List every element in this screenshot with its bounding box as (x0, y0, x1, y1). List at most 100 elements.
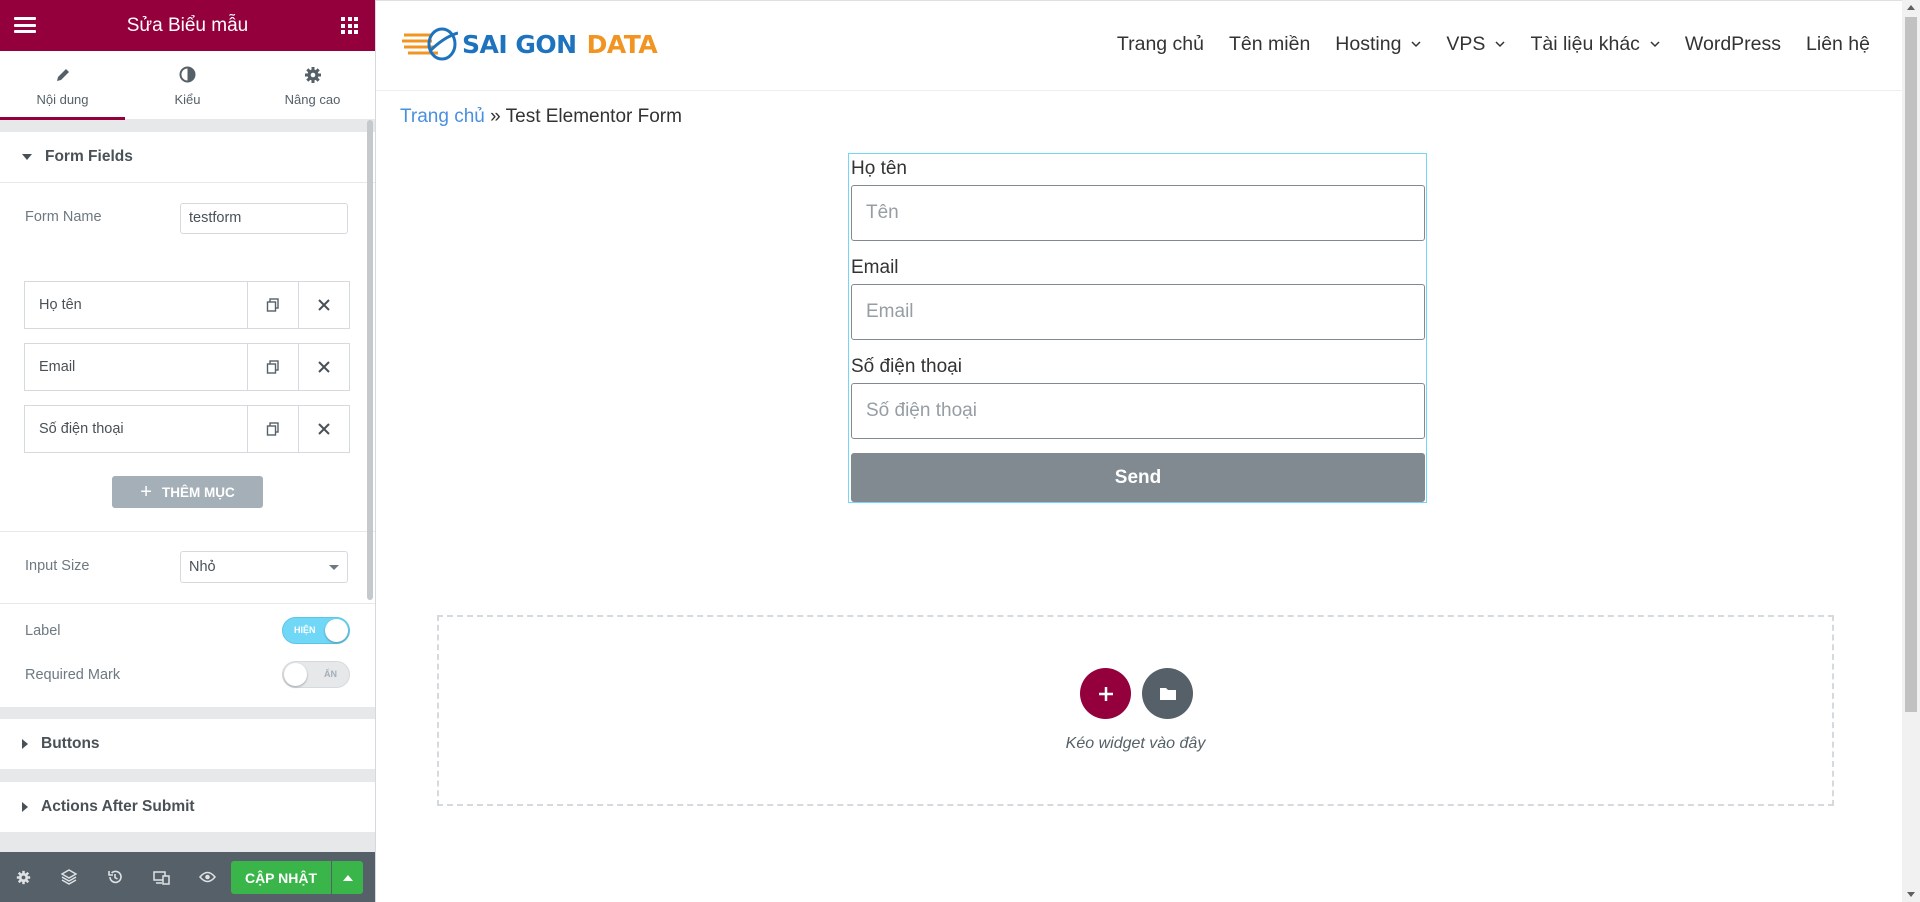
chevron-down-icon (1411, 41, 1421, 48)
scroll-thumb[interactable] (1905, 17, 1917, 712)
section-form-fields[interactable]: Form Fields (0, 132, 375, 183)
site-header: SAI GON DATA Trang chủ Tên miền Hosting … (376, 0, 1920, 91)
pencil-icon (55, 64, 71, 86)
preview-canvas: SAI GON DATA Trang chủ Tên miền Hosting … (376, 0, 1920, 902)
nav-label: Hosting (1335, 33, 1402, 55)
email-input[interactable]: Email (851, 284, 1425, 340)
label-toggle-text: HIỆN (294, 625, 316, 635)
nav-item-domain[interactable]: Tên miền (1229, 33, 1310, 56)
caret-up-icon (342, 874, 353, 881)
panel-title: Sửa Biểu mẫu (126, 15, 249, 36)
chevron-down-icon (1495, 41, 1505, 48)
layers-icon[interactable] (46, 852, 92, 902)
add-item-button[interactable]: + THÊM MỤC (112, 476, 263, 508)
widget-drop-zone[interactable]: Kéo widget vào đây (437, 615, 1834, 806)
preview-eye-icon[interactable] (184, 852, 230, 902)
section-buttons[interactable]: Buttons (0, 719, 375, 770)
plus-icon (1098, 686, 1113, 701)
repeater-item-label: Họ tên (39, 297, 82, 313)
tab-content-label: Nội dung (36, 91, 89, 107)
contact-form[interactable]: Họ tên Tên Email Email Số điện thoại Số … (848, 153, 1427, 503)
add-section-button[interactable] (1080, 668, 1131, 719)
input-size-label: Input Size (25, 558, 90, 574)
send-button[interactable]: Send (851, 453, 1425, 502)
nav-item-wordpress[interactable]: WordPress (1685, 33, 1781, 56)
remove-icon[interactable] (298, 282, 349, 328)
repeater-item[interactable]: Email (24, 343, 350, 391)
nav-item-contact[interactable]: Liên hệ (1806, 33, 1870, 56)
folder-icon (1159, 688, 1176, 700)
required-mark-toggle-text: ẨN (324, 669, 337, 679)
page-scrollbar[interactable] (1902, 0, 1920, 902)
nav-label: WordPress (1684, 33, 1782, 55)
nav-item-vps[interactable]: VPS (1446, 33, 1505, 56)
form-fields-body: Form Name testform Họ tên Email Số điện … (0, 183, 375, 707)
input-size-select[interactable]: Nhỏ (180, 551, 348, 583)
drop-zone-hint: Kéo widget vào đây (1065, 735, 1206, 752)
tab-content[interactable]: Nội dung (0, 51, 125, 120)
repeater-item-label: Email (39, 359, 76, 375)
chevron-down-icon (1650, 41, 1660, 48)
logo-mark-icon (402, 27, 458, 61)
nav-label: Tên miền (1229, 33, 1311, 55)
label-switch-label: Label (25, 623, 61, 639)
tab-advanced-label: Nâng cao (284, 91, 341, 107)
widgets-grid-icon[interactable] (341, 17, 358, 34)
breadcrumb-current: Test Elementor Form (505, 106, 682, 127)
site-logo[interactable]: SAI GON DATA (402, 25, 658, 63)
form-name-input[interactable]: testform (180, 203, 348, 234)
breadcrumb: Trang chủ » Test Elementor Form (400, 106, 682, 128)
caret-down-icon (22, 154, 32, 160)
phone-input[interactable]: Số điện thoại (851, 383, 1425, 439)
nav-item-hosting[interactable]: Hosting (1335, 33, 1421, 56)
main-navigation: Trang chủ Tên miền Hosting VPS Tài liệu … (1117, 33, 1870, 56)
update-button[interactable]: CẬP NHẬT (231, 861, 331, 894)
panel-header: Sửa Biểu mẫu (0, 0, 375, 51)
repeater-item[interactable]: Họ tên (24, 281, 350, 329)
nav-label: Liên hệ (1806, 33, 1870, 55)
field-email-label: Email (851, 257, 899, 278)
section-actions-title: Actions After Submit (41, 798, 195, 815)
breadcrumb-home-link[interactable]: Trang chủ (400, 106, 485, 127)
repeater-item[interactable]: Số điện thoại (24, 405, 350, 453)
section-actions-after-submit[interactable]: Actions After Submit (0, 782, 375, 833)
history-icon[interactable] (92, 852, 138, 902)
nav-item-home[interactable]: Trang chủ (1117, 33, 1204, 56)
remove-icon[interactable] (298, 406, 349, 452)
editor-panel: Sửa Biểu mẫu Nội dung Kiểu Nâng cao Form (0, 0, 376, 902)
panel-scrollbar[interactable] (367, 120, 373, 600)
settings-gear-icon[interactable] (0, 852, 46, 902)
section-form-fields-title: Form Fields (45, 148, 133, 165)
required-mark-label: Required Mark (25, 667, 121, 683)
half-circle-icon (179, 64, 196, 86)
tab-style-label: Kiểu (174, 91, 201, 107)
nav-item-docs[interactable]: Tài liệu khác (1530, 33, 1660, 56)
add-template-button[interactable] (1142, 668, 1193, 719)
field-phone-label: Số điện thoại (851, 356, 962, 377)
breadcrumb-separator: » (484, 106, 506, 127)
caret-right-icon (22, 802, 28, 812)
update-options-button[interactable] (332, 861, 363, 894)
label-toggle[interactable]: HIỆN (282, 617, 350, 644)
required-mark-toggle[interactable]: ẨN (282, 661, 350, 688)
panel-controls: Form Fields Form Name testform Họ tên Em… (0, 120, 375, 852)
tab-style[interactable]: Kiểu (125, 51, 250, 119)
duplicate-icon[interactable] (247, 282, 298, 328)
panel-footer: CẬP NHẬT (0, 852, 375, 902)
scroll-down-icon[interactable] (1907, 892, 1915, 897)
field-name-label: Họ tên (851, 158, 907, 179)
responsive-mode-icon[interactable] (138, 852, 184, 902)
add-item-label: THÊM MỤC (161, 484, 235, 500)
plus-icon: + (140, 481, 152, 503)
toggle-knob (284, 663, 307, 686)
duplicate-icon[interactable] (247, 344, 298, 390)
duplicate-icon[interactable] (247, 406, 298, 452)
toggle-knob (325, 619, 348, 642)
remove-icon[interactable] (298, 344, 349, 390)
name-input[interactable]: Tên (851, 185, 1425, 241)
scroll-up-icon[interactable] (1907, 5, 1915, 10)
repeater-item-label: Số điện thoại (39, 421, 124, 437)
tab-advanced[interactable]: Nâng cao (250, 51, 375, 119)
logo-text-primary: SAI GON (462, 29, 577, 59)
gear-icon (304, 64, 322, 86)
